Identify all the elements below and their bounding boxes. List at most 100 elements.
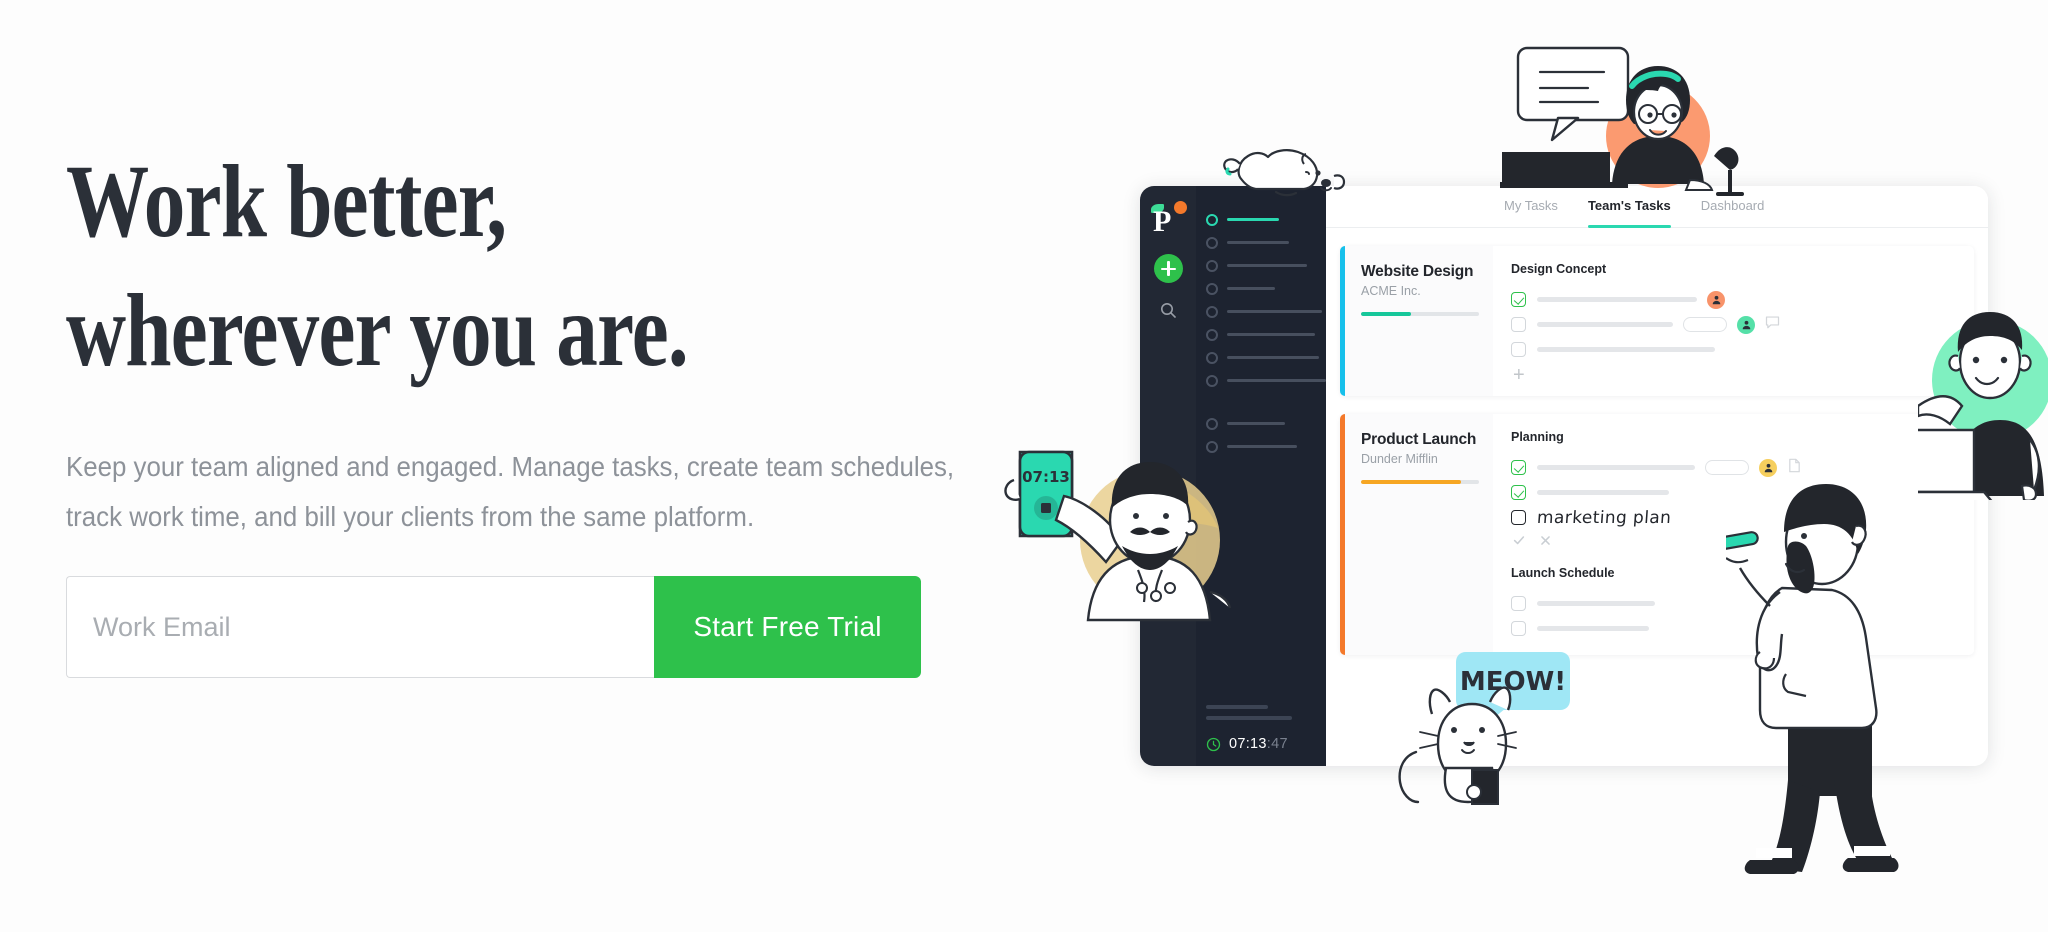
timer-widget[interactable]: 07:13:47 (1206, 736, 1326, 752)
nav-bullet-icon (1206, 305, 1218, 318)
task-checkbox-checked[interactable] (1511, 292, 1526, 307)
sidebar-nav-item[interactable] (1206, 277, 1326, 300)
app-main-pane: My Tasks Team's Tasks Dashboard Website De… (1326, 186, 1988, 766)
task-title-placeholder (1537, 490, 1669, 495)
task-title-placeholder (1537, 297, 1697, 302)
sidebar-nav-item[interactable] (1206, 254, 1326, 277)
assignee-avatar[interactable] (1737, 315, 1755, 334)
landing-page: Work better, wherever you are. Keep your… (0, 0, 2048, 932)
sidebar-nav-item[interactable] (1206, 208, 1326, 231)
task-checkbox[interactable] (1511, 317, 1526, 332)
task-tag-pill[interactable] (1705, 460, 1749, 475)
nav-group-gap (1206, 392, 1326, 412)
project-title: Product Launch (1361, 431, 1477, 448)
task-row[interactable] (1511, 312, 1956, 337)
task-checkbox[interactable] (1511, 596, 1526, 611)
project-client: ACME Inc. (1361, 284, 1421, 298)
signup-form: Start Free Trial (66, 576, 921, 678)
page-title-line-1: Work better, (66, 144, 507, 259)
nav-bullet-icon (1206, 328, 1218, 341)
sidebar-nav-item[interactable] (1206, 435, 1326, 458)
task-title-placeholder (1537, 465, 1695, 470)
task-checkbox-checked[interactable] (1511, 460, 1526, 475)
nav-item-placeholder-bar (1227, 421, 1285, 426)
project-task-list: Design Concept + (1493, 246, 1974, 396)
nav-bullet-icon (1206, 213, 1218, 226)
hero-section: Work better, wherever you are. Keep your… (66, 138, 1026, 542)
project-title: Website Design (1361, 263, 1474, 280)
rail-footer: 07:13:47 (1196, 705, 1326, 766)
task-title-placeholder (1537, 601, 1655, 606)
nav-item-placeholder-bar (1227, 217, 1279, 222)
nav-bullet-icon (1206, 351, 1218, 364)
nav-item-placeholder-bar (1227, 286, 1275, 291)
sidebar-nav-item[interactable] (1206, 346, 1326, 369)
start-free-trial-button[interactable]: Start Free Trial (654, 576, 921, 678)
project-progress-bar (1361, 312, 1479, 316)
email-field[interactable] (66, 576, 654, 678)
project-card[interactable]: Website Design ACME Inc. Design Concept + (1340, 246, 1974, 396)
task-row[interactable] (1511, 616, 1956, 641)
check-icon[interactable] (1512, 533, 1526, 547)
footer-placeholder-bar (1206, 705, 1268, 709)
file-icon-wrapper[interactable] (1787, 458, 1802, 478)
assignee-avatar[interactable] (1759, 458, 1777, 477)
task-title-placeholder (1537, 347, 1715, 352)
app-mockup: P 07:13:47 My Tasks Team's Tasks Dashboa… (1140, 186, 1988, 766)
clock-icon (1206, 737, 1221, 751)
file-icon[interactable] (1787, 458, 1802, 473)
tab-my-tasks[interactable]: My Tasks (1504, 198, 1558, 215)
project-progress-fill (1361, 312, 1411, 316)
comment-icon-wrapper[interactable] (1765, 315, 1780, 335)
project-client: Dunder Mifflin (1361, 452, 1438, 466)
phone-icon (1018, 450, 1074, 538)
project-summary: Product Launch Dunder Mifflin (1345, 414, 1493, 655)
sidebar-nav-item[interactable] (1206, 412, 1326, 435)
project-card[interactable]: Product Launch Dunder Mifflin Planning mark… (1340, 414, 1974, 655)
task-tag-pill[interactable] (1683, 317, 1727, 332)
nav-item-placeholder-bar (1227, 263, 1307, 268)
sidebar-nav-item[interactable] (1206, 231, 1326, 254)
task-checkbox[interactable] (1511, 510, 1526, 525)
logo-letter: P (1153, 205, 1172, 238)
project-task-list: Planning marketing plan Launch Schedule (1493, 414, 1974, 655)
comment-icon[interactable] (1765, 315, 1780, 330)
nav-bullet-icon (1206, 236, 1218, 249)
task-row[interactable] (1511, 480, 1956, 505)
speech-bubble-icon (1516, 46, 1630, 122)
sidebar-nav-item[interactable] (1206, 300, 1326, 323)
sidebar-nav-item[interactable] (1206, 369, 1326, 392)
task-row[interactable] (1511, 455, 1956, 480)
task-row-editing[interactable]: marketing plan (1511, 505, 1956, 530)
close-icon[interactable] (1539, 534, 1552, 547)
task-checkbox[interactable] (1511, 621, 1526, 636)
task-edit-confirm-row (1512, 530, 1956, 550)
app-nav-list: 07:13:47 (1196, 186, 1326, 766)
task-row[interactable] (1511, 337, 1956, 362)
nav-item-placeholder-bar (1227, 332, 1315, 337)
task-checkbox-checked[interactable] (1511, 485, 1526, 500)
logo-badge-icon (1174, 201, 1187, 214)
task-group-title: Planning (1511, 430, 1564, 444)
timer-value: 07:13:47 (1229, 736, 1288, 752)
add-task-button[interactable]: + (1513, 365, 1956, 385)
tab-team-s-tasks[interactable]: Team's Tasks (1587, 198, 1671, 228)
add-button[interactable] (1153, 254, 1183, 283)
tab-dashboard[interactable]: Dashboard (1701, 198, 1765, 215)
task-board: Website Design ACME Inc. Design Concept + Pr… (1326, 228, 1988, 655)
task-title-input[interactable]: marketing plan (1536, 508, 1672, 528)
nav-bullet-icon (1206, 259, 1218, 272)
assignee-avatar[interactable] (1707, 290, 1725, 309)
project-summary: Website Design ACME Inc. (1345, 246, 1493, 396)
hero-subtitle: Keep your team aligned and engaged. Mana… (66, 450, 955, 532)
page-title-line-2: wherever you are. (66, 272, 689, 388)
sidebar-nav-item[interactable] (1206, 323, 1326, 346)
timer-hours-minutes: 07:13 (1229, 736, 1267, 752)
task-checkbox[interactable] (1511, 342, 1526, 357)
task-row[interactable] (1511, 591, 1956, 616)
project-progress-fill (1361, 480, 1462, 484)
task-row[interactable] (1511, 287, 1956, 312)
nav-item-placeholder-bar (1227, 355, 1319, 360)
search-icon[interactable] (1160, 302, 1177, 324)
project-progress-bar (1361, 480, 1479, 484)
